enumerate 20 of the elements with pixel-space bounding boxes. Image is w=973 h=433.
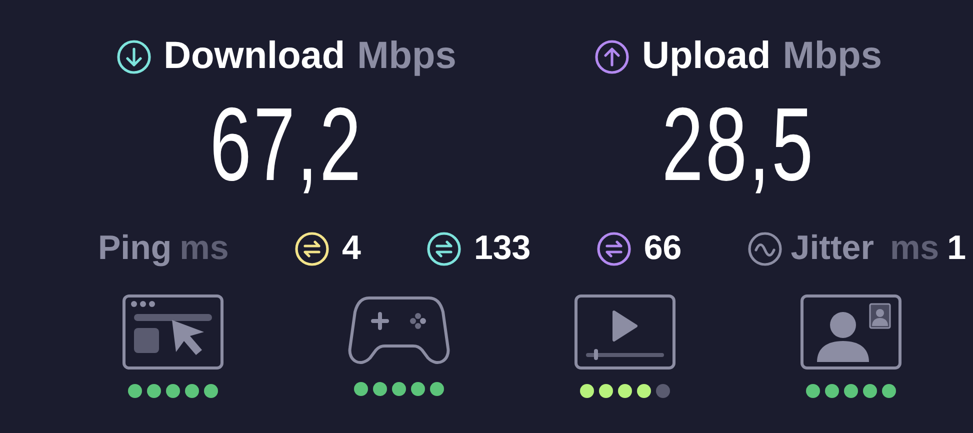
ping-unit: ms [180, 228, 229, 269]
video-player-icon [574, 294, 676, 370]
upload-label: Upload [642, 34, 771, 79]
download-speed: 67,2 [209, 93, 363, 197]
upload-unit: Mbps [782, 34, 882, 79]
download-icon [116, 38, 152, 74]
jitter-value: 1 [947, 228, 966, 269]
ping-value: 66 [644, 228, 682, 269]
browser-cursor-icon [122, 294, 224, 370]
ping-value: 133 [474, 228, 531, 269]
upload-speed: 28,5 [661, 93, 815, 197]
upload-icon [594, 38, 630, 74]
wave-icon [746, 230, 783, 266]
download-label: Download [164, 34, 346, 79]
ping-label: Ping [98, 228, 172, 269]
jitter-label: Jitter [790, 228, 874, 269]
download-unit: Mbps [357, 34, 456, 79]
video-call-icon [800, 294, 902, 370]
ping-value: 4 [342, 228, 361, 269]
jitter-unit: ms [890, 228, 940, 269]
